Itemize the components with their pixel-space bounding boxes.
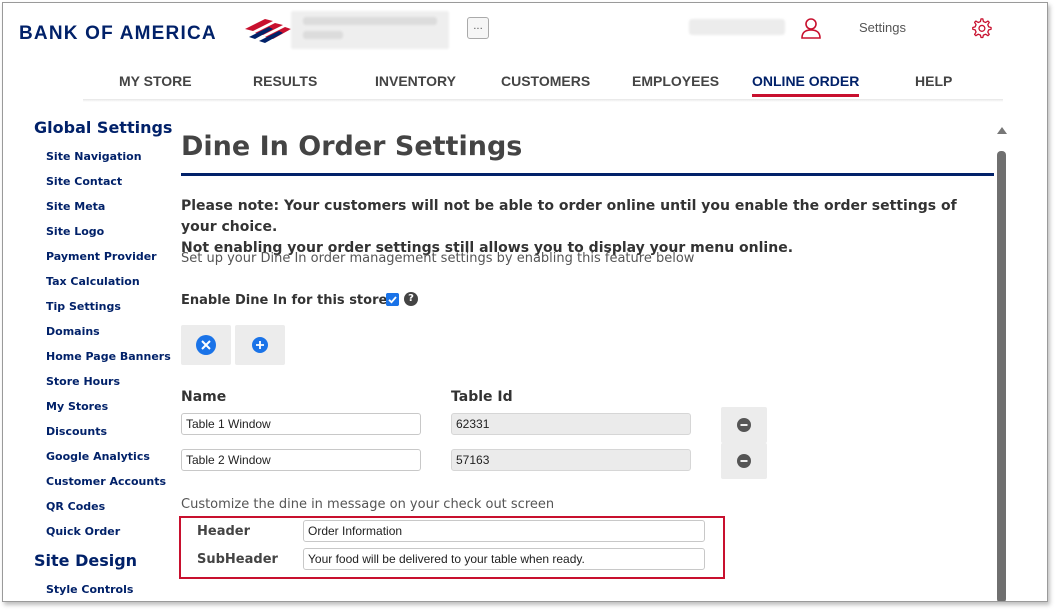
sidebar-item-store-hours[interactable]: Store Hours [46,375,120,388]
intro-text: Set up your Dine In order management set… [181,251,695,266]
main-nav: MY STORE RESULTS INVENTORY CUSTOMERS EMP… [3,73,1003,99]
minus-circle-icon [737,454,751,468]
sidebar-item-quick-order[interactable]: Quick Order [46,525,120,538]
enable-dine-in-checkbox[interactable] [386,293,399,306]
add-table-button[interactable] [235,325,285,365]
sidebar-item-tip-settings[interactable]: Tip Settings [46,300,121,313]
order-settings-notice: Please note: Your customers will not be … [181,196,981,259]
header-input[interactable]: Order Information [303,520,705,542]
sidebar-item-site-logo[interactable]: Site Logo [46,225,104,238]
nav-item-my-store[interactable]: MY STORE [119,73,192,94]
nav-item-customers[interactable]: CUSTOMERS [501,73,590,94]
settings-link[interactable]: Settings [859,20,906,35]
sidebar-item-my-stores[interactable]: My Stores [46,400,108,413]
brand-logo-text[interactable]: BANK OF AMERICA [19,23,217,45]
sidebar-item-site-navigation[interactable]: Site Navigation [46,150,142,163]
sidebar-item-payment-provider[interactable]: Payment Provider [46,250,157,263]
disable-all-button[interactable] [181,325,231,365]
sidebar-item-home-page-banners[interactable]: Home Page Banners [46,350,171,363]
table-id-field: 57163 [451,449,691,471]
nav-item-employees[interactable]: EMPLOYEES [632,73,719,94]
sidebar-item-tax-calculation[interactable]: Tax Calculation [46,275,140,288]
table-id-field: 62331 [451,413,691,435]
table-name-field[interactable]: Table 2 Window [181,449,421,471]
sidebar-item-discounts[interactable]: Discounts [46,425,107,438]
minus-circle-icon [737,418,751,432]
header-label: Header [197,524,251,539]
sidebar-heading-global-settings: Global Settings [34,118,173,137]
sidebar-item-qr-codes[interactable]: QR Codes [46,500,105,513]
page-title: Dine In Order Settings [181,131,523,162]
notice-line-1: Please note: Your customers will not be … [181,198,957,235]
nav-item-help[interactable]: HELP [915,73,952,94]
enable-dine-in-label: Enable Dine In for this store? [181,293,395,308]
nav-divider [83,99,1003,102]
gear-icon[interactable] [970,17,992,39]
remove-table-button[interactable] [721,407,767,443]
app-window: BANK OF AMERICA ... Settings MY STORE RE… [2,2,1048,602]
title-divider [181,173,994,176]
sidebar-item-customer-accounts[interactable]: Customer Accounts [46,475,166,488]
customize-message-label: Customize the dine in message on your ch… [181,497,555,512]
user-icon[interactable] [800,17,822,39]
nav-item-inventory[interactable]: INVENTORY [375,73,456,94]
sidebar-item-site-meta[interactable]: Site Meta [46,200,105,213]
flag-logo-icon [245,19,291,43]
column-header-name: Name [181,389,227,405]
remove-table-button[interactable] [721,443,767,479]
column-header-table-id: Table Id [451,389,513,405]
store-selector-redacted[interactable] [291,11,449,49]
sidebar-item-site-contact[interactable]: Site Contact [46,175,122,188]
sidebar-item-domains[interactable]: Domains [46,325,100,338]
subheader-label: SubHeader [197,552,278,567]
user-name-redacted [689,19,785,35]
sidebar-item-google-analytics[interactable]: Google Analytics [46,450,150,463]
scroll-up-arrow-icon[interactable] [997,127,1007,134]
nav-item-online-order[interactable]: ONLINE ORDER [752,73,860,97]
help-icon[interactable]: ? [404,292,418,306]
nav-item-results[interactable]: RESULTS [253,73,317,94]
sidebar-heading-site-design: Site Design [34,551,138,570]
sidebar-item-style-controls[interactable]: Style Controls [46,583,133,596]
more-options-button[interactable]: ... [467,17,489,39]
vertical-scrollbar-thumb[interactable] [997,151,1006,601]
subheader-input[interactable]: Your food will be delivered to your tabl… [303,548,705,570]
plus-circle-icon [252,337,268,353]
close-circle-icon [196,335,216,355]
table-name-field[interactable]: Table 1 Window [181,413,421,435]
